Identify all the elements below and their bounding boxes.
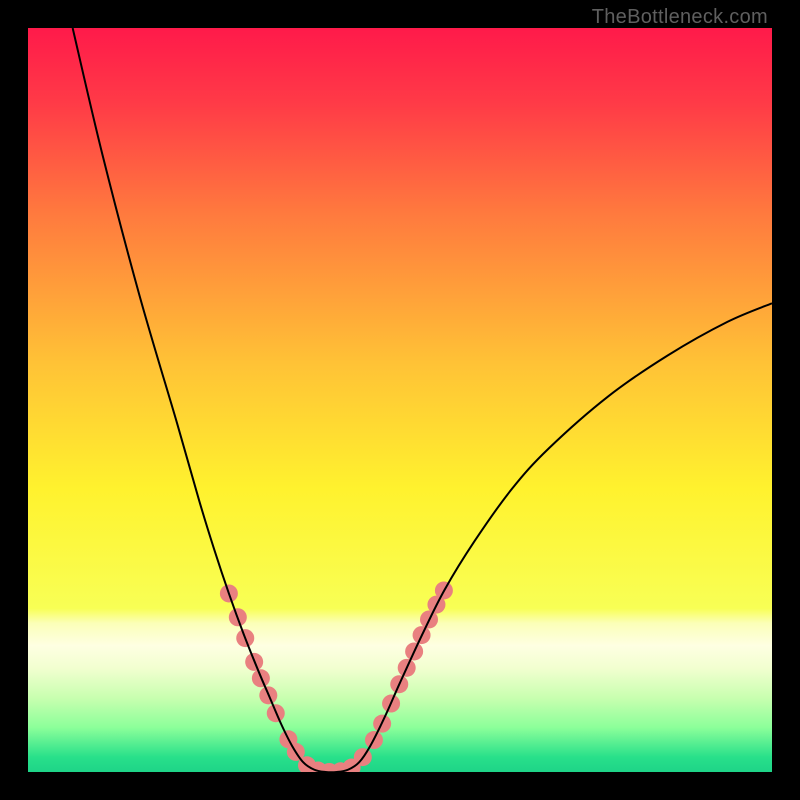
watermark-text: TheBottleneck.com — [592, 6, 768, 29]
bottleneck-chart — [28, 28, 772, 772]
chart-frame — [28, 28, 772, 772]
gradient-background — [28, 28, 772, 772]
